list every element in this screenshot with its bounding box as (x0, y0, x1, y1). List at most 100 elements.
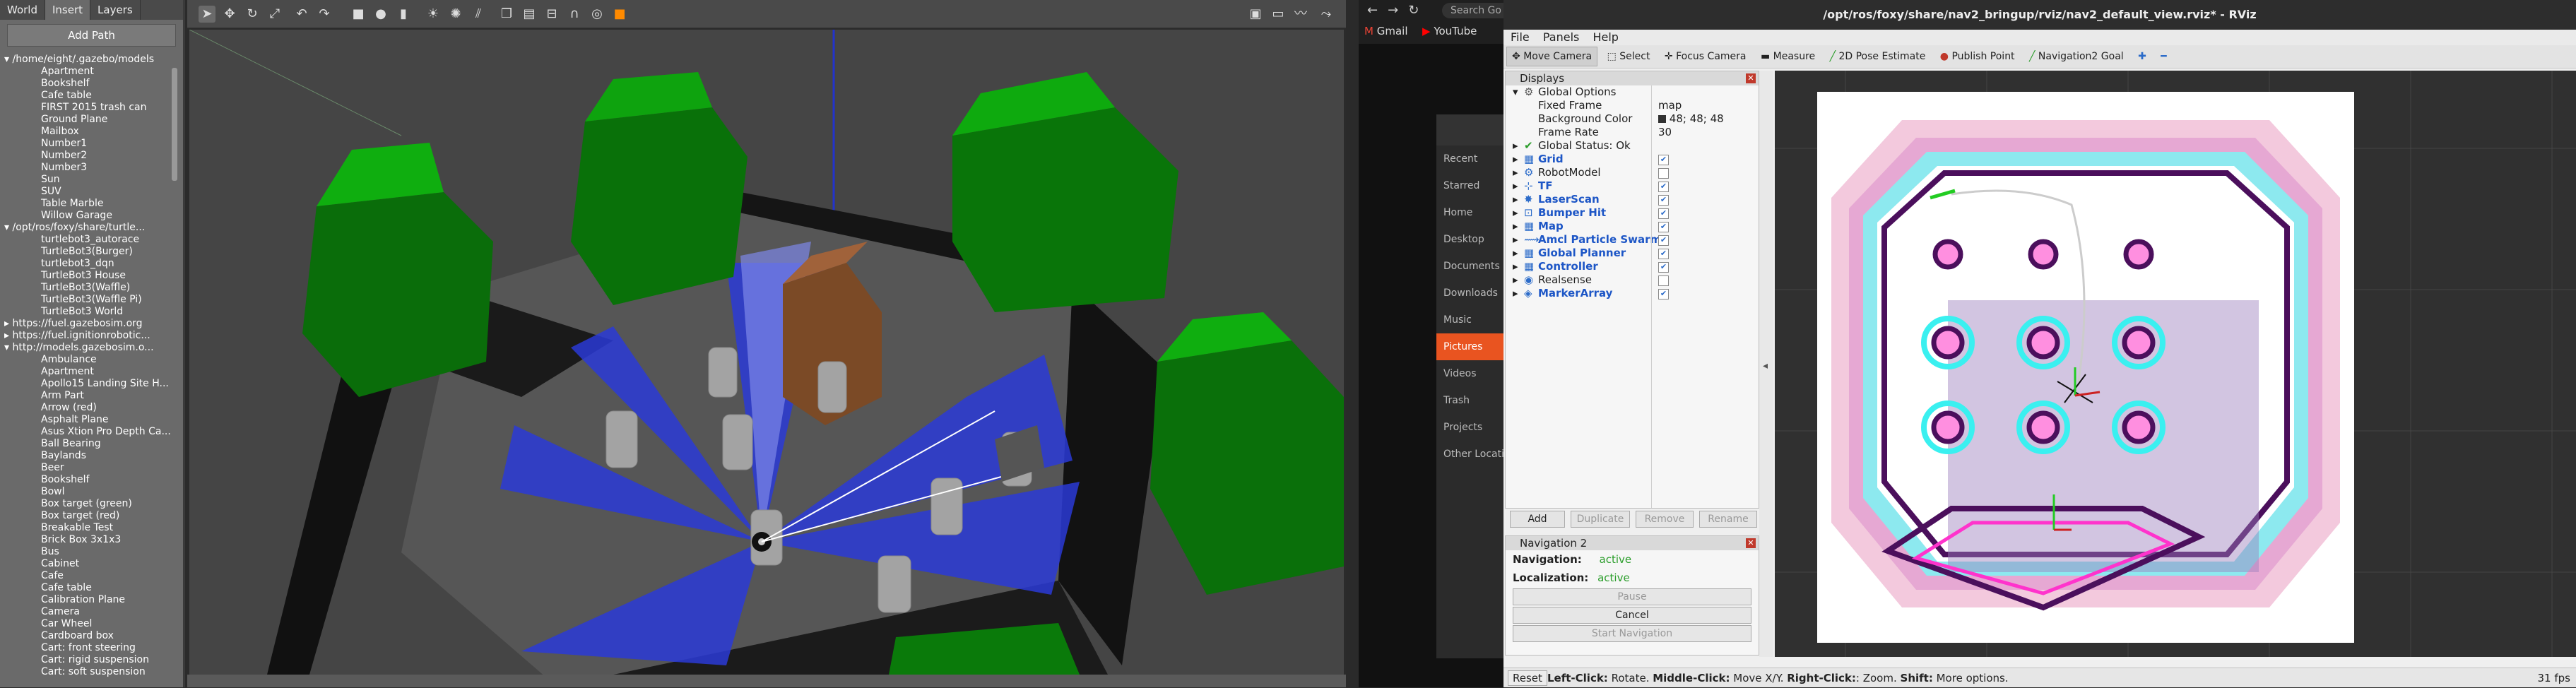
expand-right-icon[interactable]: ▸ (1513, 287, 1518, 300)
place-item[interactable]: Projects (1436, 414, 1503, 441)
display-item-row[interactable]: ▸ ▦ Controller ✔ (1510, 260, 1759, 273)
expand-down-icon[interactable]: ▾ (1513, 85, 1518, 99)
select-tool[interactable]: ⬚ Select (1602, 45, 1655, 68)
display-item-row[interactable]: ▸ ⊡ Bumper Hit ✔ (1510, 206, 1759, 220)
record-icon[interactable]: ■ (611, 6, 628, 23)
focus-camera-tool[interactable]: ✛ Focus Camera (1660, 45, 1751, 68)
model-item[interactable]: Baylands (4, 450, 183, 462)
display-enable-checkbox[interactable] (1658, 275, 1669, 286)
model-item[interactable]: Table Marble (4, 198, 183, 210)
expand-down-icon[interactable]: ▾ (4, 342, 12, 353)
model-item[interactable]: Cafe table (4, 90, 183, 102)
start-navigation-button[interactable]: Start Navigation (1513, 625, 1751, 642)
cancel-button[interactable]: Cancel (1513, 607, 1751, 624)
model-item[interactable]: Bookshelf (4, 78, 183, 90)
frame-rate-value[interactable]: 30 (1658, 126, 1672, 139)
display-enable-checkbox[interactable]: ✔ (1658, 155, 1669, 165)
duplicate-display-button[interactable]: Duplicate (1571, 511, 1630, 528)
model-item[interactable]: Cart: front steering (4, 642, 183, 654)
bookmark-gmail[interactable]: M Gmail (1364, 24, 1408, 38)
model-item[interactable]: Car Wheel (4, 618, 183, 630)
expand-right-icon[interactable]: ▸ (1513, 260, 1518, 273)
reset-button[interactable]: Reset (1508, 670, 1547, 686)
directional-light-icon[interactable]: ⫽ (470, 6, 487, 23)
tab-insert[interactable]: Insert (45, 0, 91, 20)
scale-icon[interactable]: ⤢ (266, 6, 283, 23)
place-item[interactable]: Music (1436, 307, 1503, 333)
remove-display-button[interactable]: Remove (1636, 511, 1694, 528)
background-color-value[interactable]: 48; 48; 48 (1658, 112, 1724, 126)
close-icon[interactable]: ✕ (1746, 538, 1756, 548)
place-item[interactable]: Pictures (1436, 333, 1503, 360)
model-group[interactable]: ▾ /home/eight/.gazebo/models (4, 54, 183, 66)
expand-right-icon[interactable]: ▸ (1513, 220, 1518, 233)
camera-view-icon[interactable]: ◎ (589, 6, 605, 23)
copy-icon[interactable]: ❐ (498, 6, 515, 23)
model-item[interactable]: Breakable Test (4, 522, 183, 534)
model-item[interactable]: Camera (4, 606, 183, 618)
rotate-icon[interactable]: ↻ (244, 6, 261, 23)
model-item[interactable]: Apollo15 Landing Site H... (4, 378, 183, 390)
model-item[interactable]: SUV (4, 186, 183, 198)
measure-tool[interactable]: ▬ Measure (1756, 45, 1820, 68)
display-enable-checkbox[interactable]: ✔ (1658, 289, 1669, 299)
rename-display-button[interactable]: Rename (1699, 511, 1757, 528)
add-tool-icon[interactable]: ✚ (2133, 45, 2151, 68)
remove-tool-icon[interactable]: ━ (2156, 45, 2171, 68)
model-item[interactable]: Bookshelf (4, 474, 183, 486)
screenshot-icon[interactable]: ▣ (1247, 6, 1264, 23)
model-item[interactable]: FIRST 2015 trash can (4, 102, 183, 114)
fixed-frame-row[interactable]: Fixed Frame map (1510, 99, 1759, 112)
global-options-row[interactable]: ▾ ⚙ Global Options (1510, 85, 1759, 99)
model-item[interactable]: Sun (4, 174, 183, 186)
expand-down-icon[interactable]: ▾ (4, 222, 12, 233)
display-enable-checkbox[interactable]: ✔ (1658, 262, 1669, 273)
model-item[interactable]: TurtleBot3 World (4, 306, 183, 318)
model-item[interactable]: Arrow (red) (4, 402, 183, 414)
model-group[interactable]: ▾ http://models.gazebosim.o... (4, 342, 183, 354)
display-item-row[interactable]: ▸ ⊹ TF ✔ (1510, 179, 1759, 193)
tab-layers[interactable]: Layers (90, 0, 141, 20)
spot-light-icon[interactable]: ✺ (447, 6, 464, 23)
display-enable-checkbox[interactable]: ✔ (1658, 182, 1669, 192)
model-item[interactable]: Box target (green) (4, 498, 183, 510)
model-item[interactable]: Number2 (4, 150, 183, 162)
display-enable-checkbox[interactable]: ✔ (1658, 235, 1669, 246)
expand-right-icon[interactable]: ▸ (1513, 206, 1518, 220)
model-item[interactable]: Asus Xtion Pro Depth Ca... (4, 426, 183, 438)
plot-icon[interactable]: 〰 (1292, 6, 1309, 23)
model-item[interactable]: TurtleBot3 House (4, 270, 183, 282)
model-item[interactable]: Arm Part (4, 390, 183, 402)
place-item[interactable]: Home (1436, 199, 1503, 226)
model-item[interactable]: TurtleBot3(Waffle Pi) (4, 294, 183, 306)
model-item[interactable]: Cafe (4, 570, 183, 582)
video-record-icon[interactable]: ⤳ (1318, 6, 1335, 23)
display-item-row[interactable]: ▸ ⟿ Amcl Particle Swarm ✔ (1510, 233, 1759, 247)
display-item-row[interactable]: ▸ ▦ Global Planner ✔ (1510, 247, 1759, 260)
menu-file[interactable]: File (1511, 30, 1530, 44)
model-item[interactable]: Brick Box 3x1x3 (4, 534, 183, 546)
display-enable-checkbox[interactable]: ✔ (1658, 222, 1669, 232)
model-item[interactable]: Asphalt Plane (4, 414, 183, 426)
expand-right-icon[interactable]: ▸ (4, 330, 12, 341)
model-item[interactable]: Ambulance (4, 354, 183, 366)
model-item[interactable]: Mailbox (4, 126, 183, 138)
model-item[interactable]: Ground Plane (4, 114, 183, 126)
display-enable-checkbox[interactable] (1658, 168, 1669, 179)
model-item[interactable]: Willow Garage (4, 210, 183, 222)
model-group[interactable]: ▸ https://fuel.ignitionrobotic... (4, 330, 183, 342)
expand-right-icon[interactable]: ▸ (1513, 166, 1518, 179)
display-enable-checkbox[interactable]: ✔ (1658, 249, 1669, 259)
log-icon[interactable]: ▭ (1270, 6, 1287, 23)
place-item[interactable]: Other Locations (1436, 441, 1503, 468)
paste-icon[interactable]: ▤ (521, 6, 538, 23)
add-path-button[interactable]: Add Path (7, 24, 176, 47)
place-item[interactable]: Recent (1436, 146, 1503, 172)
place-item[interactable]: Trash (1436, 387, 1503, 414)
model-item[interactable]: Number3 (4, 162, 183, 174)
model-item[interactable]: Apartment (4, 366, 183, 378)
model-item[interactable]: TurtleBot3(Burger) (4, 246, 183, 258)
model-item[interactable]: Apartment (4, 66, 183, 78)
model-item[interactable]: Bowl (4, 486, 183, 498)
model-group[interactable]: ▾ /opt/ros/foxy/share/turtle... (4, 222, 183, 234)
